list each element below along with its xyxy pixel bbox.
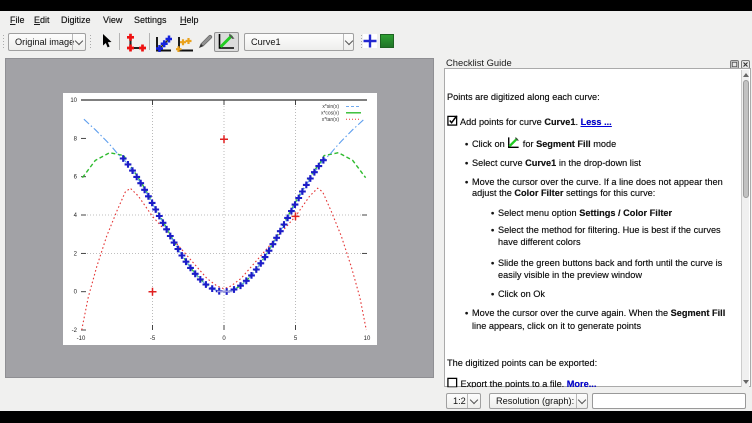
svg-text:x*tan(x): x*tan(x): [322, 117, 340, 123]
svg-text:-5: -5: [150, 336, 156, 342]
svg-text:-10: -10: [77, 336, 86, 342]
svg-text:x*cos(x): x*cos(x): [321, 111, 339, 117]
svg-text:x*sin(x): x*sin(x): [322, 104, 339, 110]
svg-text:10: 10: [70, 98, 77, 104]
svg-text:10: 10: [364, 336, 371, 342]
svg-text:-2: -2: [72, 328, 78, 334]
